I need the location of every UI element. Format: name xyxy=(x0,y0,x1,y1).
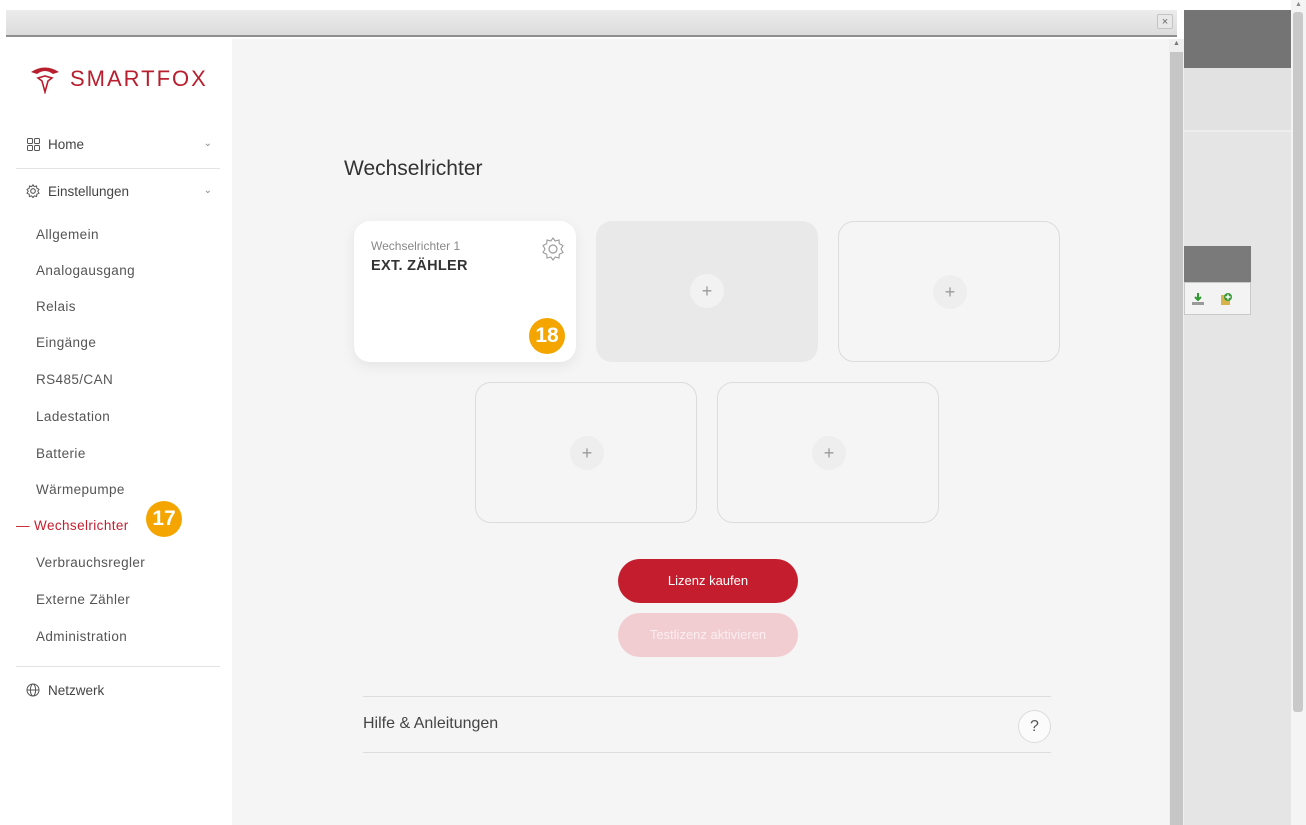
nav-settings[interactable]: Einstellungen ⌄ xyxy=(26,181,220,201)
card-title: EXT. ZÄHLER xyxy=(371,258,468,274)
nav-network-label: Netzwerk xyxy=(48,682,105,698)
nav-home[interactable]: Home ⌄ xyxy=(26,134,220,154)
divider xyxy=(16,666,220,667)
screen: × SMARTFOX Home ⌄ Einstellungen ⌄ Allgem… xyxy=(0,0,1306,825)
divider xyxy=(363,696,1051,697)
fox-logo-icon xyxy=(31,67,59,94)
background-window-tools xyxy=(1184,282,1251,315)
background-window-toolbar xyxy=(1184,246,1251,282)
plus-icon: + xyxy=(690,274,724,308)
page-title: Wechselrichter xyxy=(344,157,483,180)
card-subtitle: Wechselrichter 1 xyxy=(371,239,461,253)
sidebar-item-batterie[interactable]: Batterie xyxy=(36,446,86,461)
nav-home-label: Home xyxy=(48,136,85,152)
chevron-down-icon: ⌄ xyxy=(203,138,212,149)
sidebar-item-ladestation[interactable]: Ladestation xyxy=(36,409,110,424)
download-icon[interactable] xyxy=(1191,292,1205,306)
activate-trial-license-button: Testlizenz aktivieren xyxy=(618,613,798,657)
window-title-bar xyxy=(6,10,1177,37)
sidebar-item-externe-zaehler[interactable]: Externe Zähler xyxy=(36,592,130,607)
add-inverter-card[interactable]: + xyxy=(596,221,818,362)
annotation-badge: 18 xyxy=(529,318,565,354)
scroll-up-arrow-icon[interactable]: ▲ xyxy=(1173,40,1180,47)
gear-icon xyxy=(26,184,40,198)
grid-icon xyxy=(26,137,40,151)
sidebar-item-analogausgang[interactable]: Analogausgang xyxy=(36,263,135,278)
nav-network[interactable]: Netzwerk xyxy=(26,680,220,700)
add-inverter-card[interactable]: + xyxy=(838,221,1060,362)
background-window xyxy=(1184,10,1291,825)
sidebar-item-administration[interactable]: Administration xyxy=(36,629,127,644)
chevron-down-icon: ⌄ xyxy=(203,185,212,196)
nav-settings-label: Einstellungen xyxy=(48,183,130,199)
smartfox-logo[interactable]: SMARTFOX xyxy=(28,64,208,94)
brand-name: SMARTFOX xyxy=(70,66,208,91)
sidebar-item-relais[interactable]: Relais xyxy=(36,299,76,314)
background-window-header xyxy=(1184,10,1291,68)
sidebar: SMARTFOX Home ⌄ Einstellungen ⌄ Allgemei… xyxy=(6,39,232,825)
background-window-band xyxy=(1184,68,1291,132)
add-inverter-card[interactable]: + xyxy=(717,382,939,523)
plus-icon: + xyxy=(812,436,846,470)
add-document-icon[interactable] xyxy=(1219,292,1233,306)
scroll-up-arrow-icon[interactable]: ▲ xyxy=(1295,1,1302,8)
sidebar-item-eingaenge[interactable]: Eingänge xyxy=(36,335,96,350)
outer-scrollbar-thumb[interactable] xyxy=(1293,12,1303,712)
plus-icon: + xyxy=(570,436,604,470)
sidebar-item-verbrauchsregler[interactable]: Verbrauchsregler xyxy=(36,555,145,570)
add-inverter-card[interactable]: + xyxy=(475,382,697,523)
sidebar-item-rs485-can[interactable]: RS485/CAN xyxy=(36,372,113,387)
sidebar-item-waermepumpe[interactable]: Wärmepumpe xyxy=(36,482,125,497)
inverter-card-1[interactable]: Wechselrichter 1 EXT. ZÄHLER 18 xyxy=(354,221,576,362)
close-button[interactable]: × xyxy=(1157,14,1173,29)
sidebar-item-wechselrichter[interactable]: — Wechselrichter xyxy=(16,518,129,533)
annotation-badge: 17 xyxy=(146,501,182,537)
divider xyxy=(363,752,1051,753)
plus-icon: + xyxy=(933,275,967,309)
divider xyxy=(16,168,220,169)
main-content: Wechselrichter Wechselrichter 1 EXT. ZÄH… xyxy=(232,39,1169,825)
help-section-label[interactable]: Hilfe & Anleitungen xyxy=(363,715,498,733)
scrollbar-thumb[interactable] xyxy=(1170,52,1183,825)
sidebar-item-allgemein[interactable]: Allgemein xyxy=(36,227,99,242)
globe-icon xyxy=(26,683,40,697)
buy-license-button[interactable]: Lizenz kaufen xyxy=(618,559,798,603)
help-button[interactable]: ? xyxy=(1018,710,1051,743)
gear-icon[interactable] xyxy=(540,236,566,262)
